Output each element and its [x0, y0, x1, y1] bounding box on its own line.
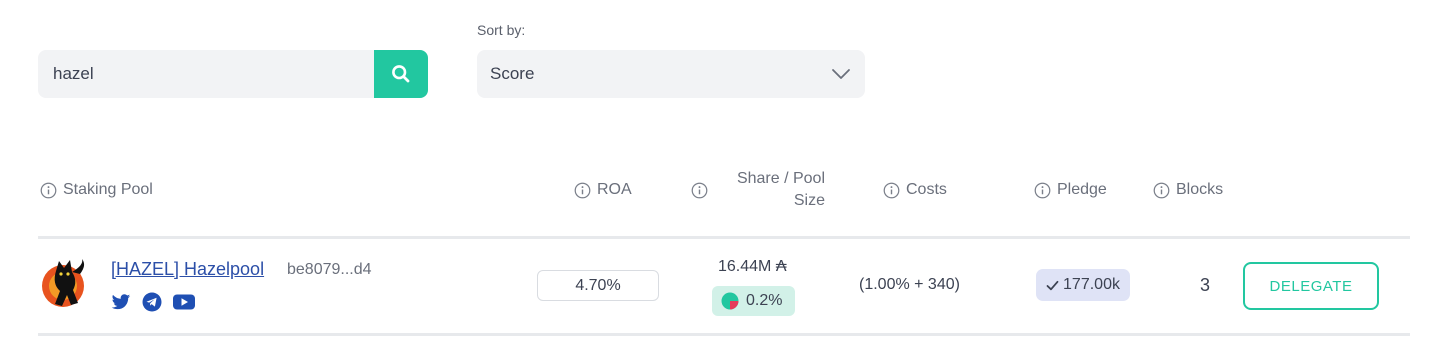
blocks-value: 3 [1200, 275, 1211, 295]
info-icon[interactable] [40, 182, 57, 199]
table-divider-bottom [38, 333, 1410, 336]
header-costs-label: Costs [906, 181, 947, 198]
info-icon[interactable] [574, 182, 591, 199]
share-value: 0.2% [746, 292, 783, 309]
info-icon[interactable] [1034, 182, 1051, 199]
sort-select[interactable]: Score [477, 50, 865, 98]
header-costs[interactable]: Costs [883, 168, 947, 212]
twitter-link[interactable] [111, 293, 131, 311]
telegram-link[interactable] [142, 292, 162, 312]
costs-value: (1.00% + 340) [859, 276, 960, 293]
search-bar [38, 50, 428, 98]
youtube-icon [173, 294, 195, 310]
info-icon[interactable] [691, 182, 708, 199]
search-input[interactable] [38, 50, 374, 98]
header-share-pool-size[interactable]: Share / Pool Size [691, 168, 825, 212]
header-blocks[interactable]: Blocks [1153, 168, 1223, 212]
delegate-button[interactable]: DELEGATE [1243, 262, 1379, 310]
search-button[interactable] [374, 50, 428, 98]
sort-label: Sort by: [477, 22, 526, 38]
info-icon[interactable] [1153, 182, 1170, 199]
telegram-icon [142, 292, 162, 312]
header-share-line-2: Size [793, 192, 825, 209]
pool-size-value: 16.44M ₳ [718, 258, 787, 275]
pool-socials [111, 292, 195, 312]
pledge-badge: 177.00k [1036, 269, 1130, 301]
roa-value: 4.70% [537, 270, 659, 301]
header-blocks-label: Blocks [1176, 181, 1224, 198]
pool-name-link[interactable]: [HAZEL] Hazelpool [111, 259, 264, 280]
search-icon [392, 65, 410, 83]
checkmark-icon [1046, 280, 1059, 290]
pool-avatar [42, 259, 85, 307]
header-roa[interactable]: ROA [574, 168, 632, 212]
header-pledge[interactable]: Pledge [1034, 168, 1107, 212]
share-badge: 0.2% [712, 286, 795, 316]
chevron-down-icon [832, 69, 850, 79]
header-roa-label: ROA [597, 181, 632, 198]
pool-id: be8079...d4 [287, 261, 372, 278]
info-icon[interactable] [883, 182, 900, 199]
pie-chart-icon [721, 292, 739, 310]
twitter-icon [111, 293, 131, 309]
youtube-link[interactable] [173, 294, 195, 310]
header-share-line-1: Share / Pool [736, 170, 825, 187]
header-staking-pool-label: Staking Pool [63, 181, 153, 198]
header-share-pool-size-label: Share / Pool Size [708, 168, 825, 212]
sort-selected-value: Score [490, 64, 535, 83]
table-divider-top [38, 236, 1410, 239]
header-staking-pool[interactable]: Staking Pool [40, 168, 153, 212]
pledge-value: 177.00k [1063, 276, 1120, 293]
header-pledge-label: Pledge [1057, 181, 1107, 198]
